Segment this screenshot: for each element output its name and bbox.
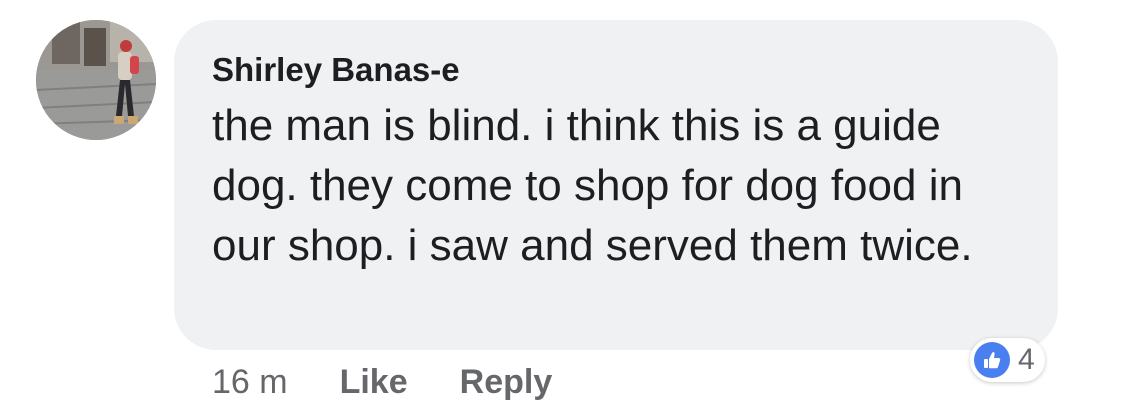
avatar[interactable] xyxy=(36,20,156,140)
like-button[interactable]: Like xyxy=(340,363,408,402)
avatar-photo xyxy=(36,20,156,140)
reaction-count: 4 xyxy=(1018,343,1035,376)
comment-actions: 16 m Like Reply xyxy=(212,360,604,404)
comment-text: the man is blind. i think this is a guid… xyxy=(212,101,973,270)
comment: Shirley Banas-e the man is blind. i thin… xyxy=(0,0,1125,414)
comment-author[interactable]: Shirley Banas-e xyxy=(212,50,1022,90)
reply-button[interactable]: Reply xyxy=(460,363,553,402)
reaction-summary[interactable]: 4 xyxy=(970,338,1045,382)
thumbs-up-icon xyxy=(974,342,1010,378)
comment-bubble: Shirley Banas-e the man is blind. i thin… xyxy=(174,20,1058,350)
comment-timestamp[interactable]: 16 m xyxy=(212,363,288,402)
